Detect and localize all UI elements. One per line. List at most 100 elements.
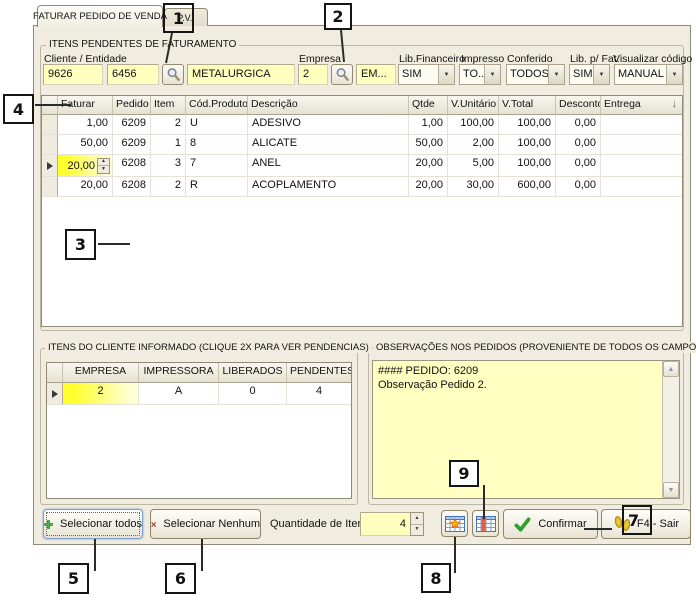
plus-icon <box>44 517 53 532</box>
table-row-selected[interactable]: 20,00 ▲▼ 6208 3 7 ANEL 20,00 5,00 100,00… <box>42 155 682 177</box>
confirmar-button[interactable]: Confirmar <box>503 509 598 539</box>
cell-desconto: 0,00 <box>556 115 601 135</box>
table-row[interactable]: 1,00 6209 2 U ADESIVO 1,00 100,00 100,00… <box>42 115 682 135</box>
row-indicator[interactable] <box>47 383 63 405</box>
impresso-select[interactable]: TO... ▼ <box>459 64 501 85</box>
conferido-value: TODOS <box>507 65 548 84</box>
visualizar-codigo-select[interactable]: MANUAL ▼ <box>614 64 683 85</box>
cell-pedido: 6209 <box>113 115 151 135</box>
col-empresa[interactable]: EMPRESA <box>63 363 139 383</box>
entidade-codigo-field[interactable]: 6456 <box>107 64 159 85</box>
visualizar-codigo-value: MANUAL <box>615 65 666 84</box>
callout-2-number: 2 <box>332 7 343 26</box>
col-pendentes[interactable]: PENDENTES <box>287 363 351 383</box>
scroll-down-icon[interactable]: ▼ <box>663 482 679 498</box>
col-qtde[interactable]: Qtde <box>409 96 448 115</box>
callout-5-number: 5 <box>68 569 79 588</box>
col-cod-produto[interactable]: Cód.Produto <box>186 96 248 115</box>
cell-v-unitario: 5,00 <box>448 155 499 177</box>
cliente-items-grid[interactable]: EMPRESA IMPRESSORA LIBERADOS PENDENTES 2… <box>46 362 352 499</box>
grid-indicator-header <box>42 96 58 115</box>
cell-item: 2 <box>151 115 186 135</box>
cell-cod-produto: 7 <box>186 155 248 177</box>
cell-v-unitario: 30,00 <box>448 177 499 197</box>
cell-faturar[interactable]: 1,00 <box>58 115 113 135</box>
col-faturar[interactable]: Faturar <box>58 96 113 115</box>
observacoes-text[interactable]: #### PEDIDO: 6209 Observação Pedido 2. <box>373 361 662 498</box>
cliente-codigo-field[interactable]: 9626 <box>43 64 103 85</box>
scroll-up-icon[interactable]: ▲ <box>663 361 679 377</box>
empresa-codigo-field[interactable]: 2 <box>298 64 328 85</box>
screen: P.V.I FATURAR PEDIDO DE VENDA ITENS PEND… <box>0 0 696 600</box>
chevron-down-icon[interactable]: ▼ <box>593 65 609 84</box>
chevron-down-icon[interactable]: ▼ <box>666 65 682 84</box>
search-icon <box>335 67 350 82</box>
callout-6-number: 6 <box>175 569 186 588</box>
table-row[interactable]: 2 A 0 4 <box>47 383 351 405</box>
row-indicator[interactable] <box>42 115 58 135</box>
scrollbar[interactable]: ▲ ▼ <box>662 361 679 498</box>
x-icon <box>151 517 156 532</box>
cell-qtde: 1,00 <box>409 115 448 135</box>
faturar-edit-value[interactable]: 20,00 <box>67 160 95 172</box>
lib-financeiro-select[interactable]: SIM ▼ <box>398 64 455 85</box>
chevron-down-icon[interactable]: ▼ <box>548 65 564 84</box>
cell-faturar-editing[interactable]: 20,00 ▲▼ <box>58 155 113 177</box>
empresa-nome-field[interactable]: EM... <box>356 64 396 85</box>
table-row[interactable]: 50,00 6209 1 8 ALICATE 50,00 2,00 100,00… <box>42 135 682 155</box>
lib-p-fat-select[interactable]: SIM ▼ <box>569 64 610 85</box>
col-liberados[interactable]: LIBERADOS <box>219 363 287 383</box>
selecionar-todos-button[interactable]: Selecionar todos <box>43 509 143 539</box>
quantity-stepper[interactable]: ▲▼ <box>410 512 424 536</box>
chevron-down-icon[interactable]: ▼ <box>484 65 500 84</box>
cliente-nome-field[interactable]: METALURGICA <box>187 64 295 85</box>
col-pedido[interactable]: Pedido <box>113 96 151 115</box>
row-indicator[interactable] <box>42 135 58 155</box>
grid-indicator-header <box>47 363 63 383</box>
observacoes-textarea[interactable]: #### PEDIDO: 6209 Observação Pedido 2. ▲… <box>372 360 680 499</box>
search-icon <box>166 67 181 82</box>
cell-descricao: ALICATE <box>248 135 409 155</box>
row-indicator[interactable] <box>42 155 58 177</box>
cliente-items-group-title: ITENS DO CLIENTE INFORMADO (CLIQUE 2X PA… <box>45 342 372 353</box>
conferido-select[interactable]: TODOS ▼ <box>506 64 565 85</box>
empresa-lookup-button[interactable] <box>331 64 353 85</box>
cell-desconto: 0,00 <box>556 135 601 155</box>
cell-impressora: A <box>139 383 219 405</box>
grid-column-button[interactable] <box>472 510 499 537</box>
cell-faturar[interactable]: 20,00 <box>58 177 113 197</box>
cell-entrega <box>601 155 683 177</box>
cell-v-unitario: 2,00 <box>448 135 499 155</box>
spin-up-icon[interactable]: ▲ <box>411 513 423 524</box>
col-impressora[interactable]: IMPRESSORA <box>139 363 219 383</box>
cell-entrega <box>601 177 683 197</box>
selecionar-nenhum-button[interactable]: Selecionar Nenhum <box>150 509 261 539</box>
cell-empresa[interactable]: 2 <box>63 383 139 405</box>
col-v-unitario[interactable]: V.Unitário <box>448 96 499 115</box>
quantidade-itens-stepper[interactable]: 4 ▲▼ <box>360 512 424 536</box>
selecionar-nenhum-label: Selecionar Nenhum <box>163 518 260 530</box>
col-descricao[interactable]: Descrição <box>248 96 409 115</box>
sort-arrow-icon[interactable]: ↓ <box>672 98 678 110</box>
spin-down-icon[interactable]: ▼ <box>98 165 109 173</box>
cell-item: 3 <box>151 155 186 177</box>
cell-desconto: 0,00 <box>556 155 601 177</box>
row-indicator[interactable] <box>42 177 58 197</box>
tab-faturar-pedido-de-venda[interactable]: FATURAR PEDIDO DE VENDA <box>37 5 163 27</box>
check-icon <box>514 517 531 532</box>
table-row[interactable]: 20,00 6208 2 R ACOPLAMENTO 20,00 30,00 6… <box>42 177 682 197</box>
spin-down-icon[interactable]: ▼ <box>411 524 423 536</box>
col-item[interactable]: Item <box>151 96 186 115</box>
grid-config-button[interactable] <box>441 510 468 537</box>
callout-9-number: 9 <box>458 464 469 483</box>
grid-header-row: Faturar Pedido Item Cód.Produto Descriçã… <box>42 96 682 115</box>
quantidade-itens-value[interactable]: 4 <box>360 512 410 536</box>
quantity-stepper[interactable]: ▲▼ <box>97 158 110 174</box>
col-desconto[interactable]: Desconto <box>556 96 601 115</box>
cell-faturar[interactable]: 50,00 <box>58 135 113 155</box>
cell-pedido: 6208 <box>113 155 151 177</box>
cliente-lookup-button[interactable] <box>162 64 184 85</box>
callout-2: 2 <box>324 3 352 30</box>
col-v-total[interactable]: V.Total <box>499 96 556 115</box>
chevron-down-icon[interactable]: ▼ <box>438 65 454 84</box>
